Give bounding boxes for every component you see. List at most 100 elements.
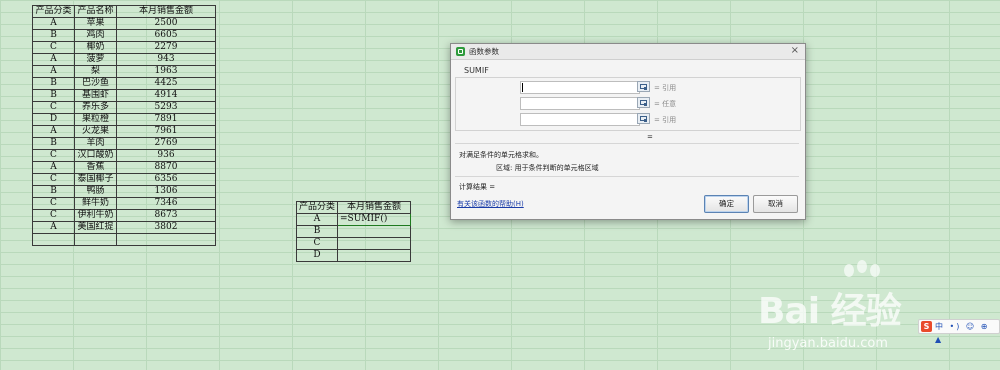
header-product-name[interactable]: 产品名称 xyxy=(74,5,117,18)
summary-header-category[interactable]: 产品分类 xyxy=(296,201,338,214)
cell-category[interactable]: C xyxy=(32,41,75,54)
cell-product-name[interactable]: 养乐多 xyxy=(74,101,117,114)
cell-category[interactable]: B xyxy=(32,137,75,150)
criteria-input[interactable] xyxy=(520,97,640,110)
cell-product-name[interactable]: 果粒橙 xyxy=(74,113,117,126)
cell-sales-amount[interactable] xyxy=(116,233,216,246)
summary-cell-category[interactable]: B xyxy=(296,225,338,238)
cell-sales-amount[interactable]: 1306 xyxy=(116,185,216,198)
cell-product-name[interactable]: 基围虾 xyxy=(74,89,117,102)
arg-row-criteria: 条件 = 任意 xyxy=(456,97,800,110)
cell-sales-amount[interactable]: 7346 xyxy=(116,197,216,210)
table-row: B 羊肉 2769 xyxy=(32,137,216,150)
cell-product-name[interactable]: 香蕉 xyxy=(74,161,117,174)
cell-product-name[interactable]: 巴沙鱼 xyxy=(74,77,117,90)
cell-product-name[interactable]: 火龙果 xyxy=(74,125,117,138)
cell-sales-amount[interactable]: 4425 xyxy=(116,77,216,90)
function-arguments-dialog: 函数参数 × SUMIF 区域 = 引用 条件 = 任意 求和区域 = 引用 =… xyxy=(450,43,806,220)
cell-sales-amount[interactable]: 943 xyxy=(116,53,216,66)
dialog-titlebar[interactable]: 函数参数 × xyxy=(451,44,805,60)
ok-button[interactable]: 确定 xyxy=(704,195,749,213)
table-row: A 美国红提 3802 xyxy=(32,221,216,234)
close-icon[interactable]: × xyxy=(791,45,799,56)
range-picker-icon[interactable] xyxy=(637,81,650,92)
cell-category[interactable]: A xyxy=(32,125,75,138)
table-row: C 鲜牛奶 7346 xyxy=(32,197,216,210)
table-row: C 椰奶 2279 xyxy=(32,41,216,54)
cell-category[interactable]: A xyxy=(32,53,75,66)
cell-category[interactable]: B xyxy=(32,29,75,42)
cell-product-name[interactable]: 鸭肠 xyxy=(74,185,117,198)
summary-row: A =SUMIF() xyxy=(296,213,411,226)
cell-sales-amount[interactable]: 3802 xyxy=(116,221,216,234)
summary-cell-category[interactable]: C xyxy=(296,237,338,250)
cell-category[interactable]: A xyxy=(32,221,75,234)
cell-product-name[interactable]: 鸡肉 xyxy=(74,29,117,42)
summary-cell-category[interactable]: A xyxy=(296,213,338,226)
cell-product-name[interactable]: 泰国椰子 xyxy=(74,173,117,186)
cell-sales-amount[interactable]: 2769 xyxy=(116,137,216,150)
cell-category[interactable] xyxy=(32,233,75,246)
ime-toolbar[interactable]: S 中 •) ☺ ⊕ ▲ xyxy=(918,319,1000,344)
arg-row-sum-range: 求和区域 = 引用 xyxy=(456,113,800,126)
cell-category[interactable]: A xyxy=(32,65,75,78)
cell-category[interactable]: B xyxy=(32,185,75,198)
cell-sales-amount[interactable]: 7961 xyxy=(116,125,216,138)
table-row: A 香蕉 8870 xyxy=(32,161,216,174)
cell-category[interactable]: B xyxy=(32,89,75,102)
cell-sales-amount[interactable]: 4914 xyxy=(116,89,216,102)
function-help-link[interactable]: 有关该函数的帮助(H) xyxy=(457,199,524,209)
cell-category[interactable]: C xyxy=(32,209,75,222)
criteria-picker-icon[interactable] xyxy=(637,97,650,108)
cell-category[interactable]: D xyxy=(32,113,75,126)
cell-product-name[interactable]: 椰奶 xyxy=(74,41,117,54)
cell-category[interactable]: C xyxy=(32,197,75,210)
summary-cell-category[interactable]: D xyxy=(296,249,338,262)
summary-cell-amount[interactable] xyxy=(337,237,411,250)
cell-product-name[interactable]: 汉口酸奶 xyxy=(74,149,117,162)
cell-sales-amount[interactable]: 6605 xyxy=(116,29,216,42)
arg-hint-range: = 引用 xyxy=(654,84,677,92)
cell-sales-amount[interactable]: 6356 xyxy=(116,173,216,186)
table-row: A 菠萝 943 xyxy=(32,53,216,66)
summary-cell-amount[interactable] xyxy=(337,249,411,262)
cell-category[interactable]: A xyxy=(32,17,75,30)
cell-product-name[interactable]: 羊肉 xyxy=(74,137,117,150)
cell-product-name[interactable]: 苹果 xyxy=(74,17,117,30)
cancel-button[interactable]: 取消 xyxy=(753,195,798,213)
cell-sales-amount[interactable]: 8673 xyxy=(116,209,216,222)
cell-product-name[interactable] xyxy=(74,233,117,246)
cell-product-name[interactable]: 菠萝 xyxy=(74,53,117,66)
summary-cell-amount[interactable] xyxy=(337,225,411,238)
cell-sales-amount[interactable]: 2279 xyxy=(116,41,216,54)
cell-product-name[interactable]: 梨 xyxy=(74,65,117,78)
arguments-group: 区域 = 引用 条件 = 任意 求和区域 = 引用 xyxy=(455,77,801,131)
ime-status-icons[interactable]: 中 •) ☺ ⊕ ▲ xyxy=(935,320,999,346)
cell-category[interactable]: C xyxy=(32,149,75,162)
cell-sales-amount[interactable]: 7891 xyxy=(116,113,216,126)
cell-category[interactable]: B xyxy=(32,77,75,90)
summary-row: B xyxy=(296,225,411,238)
header-sales-amount[interactable]: 本月销售金额 xyxy=(116,5,216,18)
table-row: B 鸭肠 1306 xyxy=(32,185,216,198)
summary-cell-amount[interactable]: =SUMIF() xyxy=(337,213,411,226)
text-cursor xyxy=(522,83,523,92)
sum-range-input[interactable] xyxy=(520,113,640,126)
summary-header-row: 产品分类 本月销售金额 xyxy=(296,201,411,214)
sogou-logo-icon[interactable]: S xyxy=(921,321,932,332)
sum-range-picker-icon[interactable] xyxy=(637,113,650,124)
cell-product-name[interactable]: 美国红提 xyxy=(74,221,117,234)
cell-category[interactable]: A xyxy=(32,161,75,174)
range-input[interactable] xyxy=(520,81,640,94)
cell-product-name[interactable]: 鲜牛奶 xyxy=(74,197,117,210)
summary-header-amount[interactable]: 本月销售金额 xyxy=(337,201,411,214)
cell-category[interactable]: C xyxy=(32,101,75,114)
cell-sales-amount[interactable]: 936 xyxy=(116,149,216,162)
cell-category[interactable]: C xyxy=(32,173,75,186)
cell-sales-amount[interactable]: 8870 xyxy=(116,161,216,174)
cell-sales-amount[interactable]: 2500 xyxy=(116,17,216,30)
header-category[interactable]: 产品分类 xyxy=(32,5,75,18)
cell-product-name[interactable]: 伊利牛奶 xyxy=(74,209,117,222)
cell-sales-amount[interactable]: 5293 xyxy=(116,101,216,114)
cell-sales-amount[interactable]: 1963 xyxy=(116,65,216,78)
